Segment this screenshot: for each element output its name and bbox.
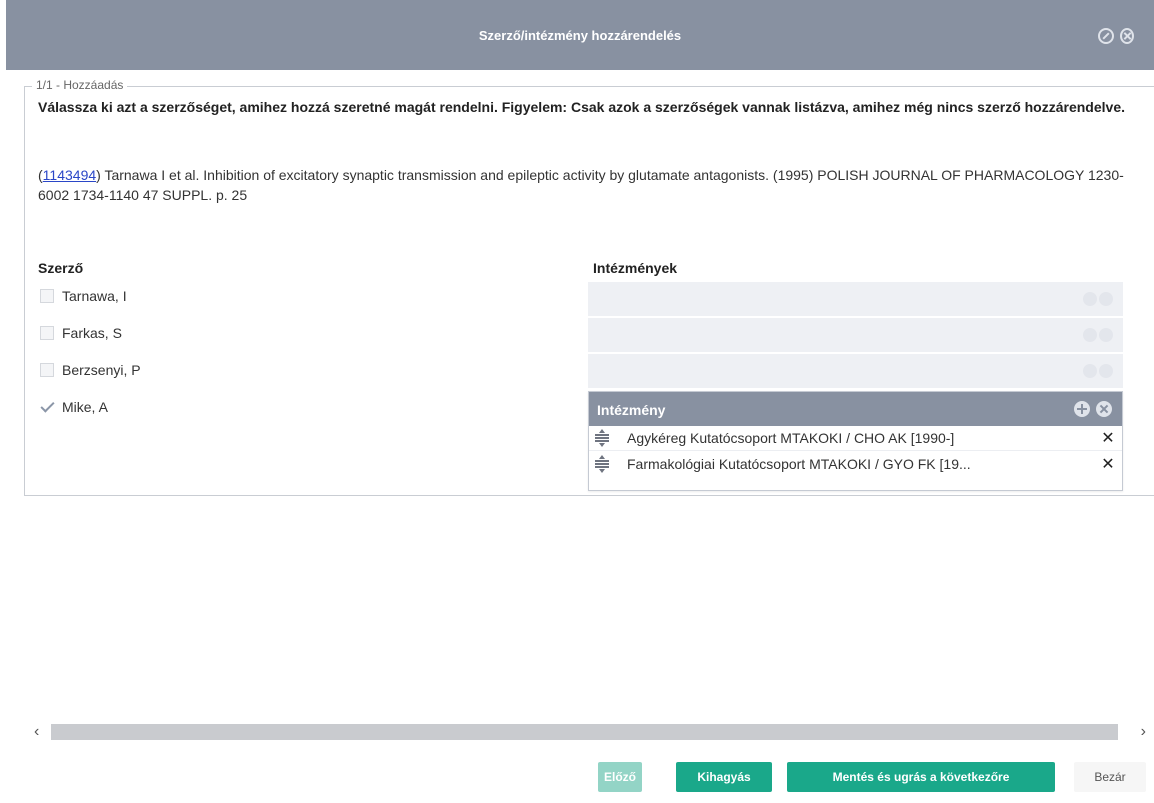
author-checkbox-mike[interactable]: Mike, A — [40, 396, 108, 418]
checkmark-icon[interactable] — [40, 400, 54, 414]
drag-handle-icon[interactable] — [595, 454, 609, 473]
checkbox[interactable] — [40, 363, 54, 377]
citation-text: Tarnawa I et al. Inhibition of excitator… — [38, 167, 1124, 203]
institution-name: Farmakológiai Kutatócsoport MTAKOKI / GY… — [627, 455, 971, 472]
citation-id-link[interactable]: 1143494 — [43, 167, 96, 183]
author-label: Mike, A — [62, 399, 108, 415]
scroll-left-icon[interactable]: ‹ — [34, 723, 39, 741]
institution-panel-header: Intézmény — [589, 392, 1122, 426]
close-button[interactable]: Bezár — [1074, 762, 1146, 792]
scrollbar-thumb[interactable] — [51, 724, 1118, 740]
placeholder-institution-block — [588, 318, 1123, 352]
remove-institution-button[interactable]: ✕ — [1094, 454, 1122, 474]
dialog-title: Szerző/intézmény hozzárendelés — [478, 28, 682, 43]
publication-citation: (1143494) Tarnawa I et al. Inhibition of… — [38, 167, 1124, 203]
previous-button[interactable]: Előző — [598, 762, 642, 792]
scroll-right-icon[interactable]: › — [1141, 723, 1146, 741]
minimize-icon[interactable] — [1098, 28, 1114, 44]
institution-row: Farmakológiai Kutatócsoport MTAKOKI / GY… — [589, 451, 1122, 476]
author-checkbox-farkas[interactable]: Farkas, S — [40, 322, 122, 344]
plus-circle-icon[interactable] — [1074, 401, 1090, 417]
dialog-titlebar: Szerző/intézmény hozzárendelés — [6, 0, 1154, 70]
x-circle-icon[interactable] — [1096, 401, 1112, 417]
institution-panel: Intézmény Agykéreg Kutatócsoport MTAKOKI… — [588, 391, 1123, 491]
instructions-text: Válassza ki azt a szerzőséget, amihez ho… — [38, 99, 1125, 115]
placeholder-institution-block — [588, 354, 1123, 388]
save-and-next-button[interactable]: Mentés és ugrás a következőre — [787, 762, 1055, 792]
step-legend: 1/1 - Hozzáadás — [32, 78, 128, 92]
author-checkbox-tarnawa[interactable]: Tarnawa, I — [40, 285, 127, 307]
placeholder-institution-block — [588, 282, 1123, 316]
institution-panel-title: Intézmény — [597, 402, 666, 418]
remove-institution-button[interactable]: ✕ — [1094, 428, 1122, 448]
institutions-heading: Intézmények — [593, 260, 678, 276]
authors-heading: Szerző — [38, 260, 84, 276]
author-label: Tarnawa, I — [62, 288, 127, 304]
close-icon[interactable] — [1120, 28, 1134, 44]
drag-handle-icon[interactable] — [595, 429, 609, 447]
skip-button[interactable]: Kihagyás — [676, 762, 772, 792]
horizontal-scrollbar[interactable]: ‹ › — [24, 720, 1154, 744]
checkbox[interactable] — [40, 289, 54, 303]
checkbox[interactable] — [40, 326, 54, 340]
institution-name: Agykéreg Kutatócsoport MTAKOKI / CHO AK … — [627, 430, 955, 446]
author-label: Farkas, S — [62, 325, 122, 341]
author-checkbox-berzsenyi[interactable]: Berzsenyi, P — [40, 359, 141, 381]
author-label: Berzsenyi, P — [62, 362, 141, 378]
institution-row: Agykéreg Kutatócsoport MTAKOKI / CHO AK … — [589, 426, 1122, 451]
